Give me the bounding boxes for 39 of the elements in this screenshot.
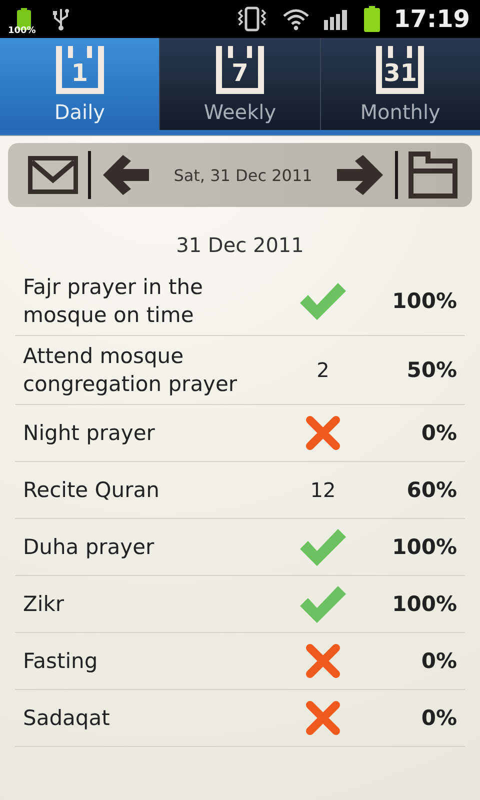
percentage: 100% xyxy=(391,535,457,559)
activity-name: Night prayer xyxy=(23,420,156,447)
activity-name: Recite Quran xyxy=(23,477,160,504)
battery-percent: 100% xyxy=(8,26,36,36)
activity-name: Attend mosque congregation prayer xyxy=(23,343,238,398)
percentage: 50% xyxy=(406,358,457,382)
wifi-icon xyxy=(282,7,310,31)
folder-icon[interactable] xyxy=(408,151,458,199)
checkmark-icon xyxy=(298,281,348,321)
activity-name: Fasting xyxy=(23,648,99,675)
battery-icon xyxy=(364,6,380,32)
activity-name: Duha prayer xyxy=(23,534,156,561)
count-value: 12 xyxy=(310,478,336,502)
signal-icon xyxy=(324,8,350,30)
mail-icon[interactable] xyxy=(28,156,78,194)
percentage: 0% xyxy=(420,649,457,673)
clock-time: 17:19 xyxy=(394,5,470,33)
percentage: 0% xyxy=(420,421,457,445)
count-value: 2 xyxy=(316,358,330,382)
activity-name: Fajr prayer in the mosque on time xyxy=(23,274,204,329)
activity-name: Sadaqat xyxy=(23,705,111,732)
activity-name: Zikr xyxy=(23,591,66,618)
date-heading: 31 Dec 2011 xyxy=(175,233,305,257)
cross-icon xyxy=(305,643,341,679)
percentage: 100% xyxy=(391,592,457,616)
calendar-icon: 31 xyxy=(376,46,424,94)
checkmark-icon xyxy=(298,584,348,624)
tab[interactable]: 1 Daily xyxy=(0,38,160,130)
checkmark-icon xyxy=(298,527,348,567)
cross-icon xyxy=(305,700,341,736)
cross-icon xyxy=(305,415,341,451)
percentage: 60% xyxy=(406,478,457,502)
vibrate-icon xyxy=(236,6,268,32)
percentage: 100% xyxy=(391,289,457,313)
current-date: Sat, 31 Dec 2011 xyxy=(172,166,314,184)
percentage: 0% xyxy=(420,706,457,730)
calendar-icon: 7 xyxy=(216,46,264,94)
usb-icon xyxy=(52,7,70,31)
calendar-icon: 1 xyxy=(56,46,104,94)
